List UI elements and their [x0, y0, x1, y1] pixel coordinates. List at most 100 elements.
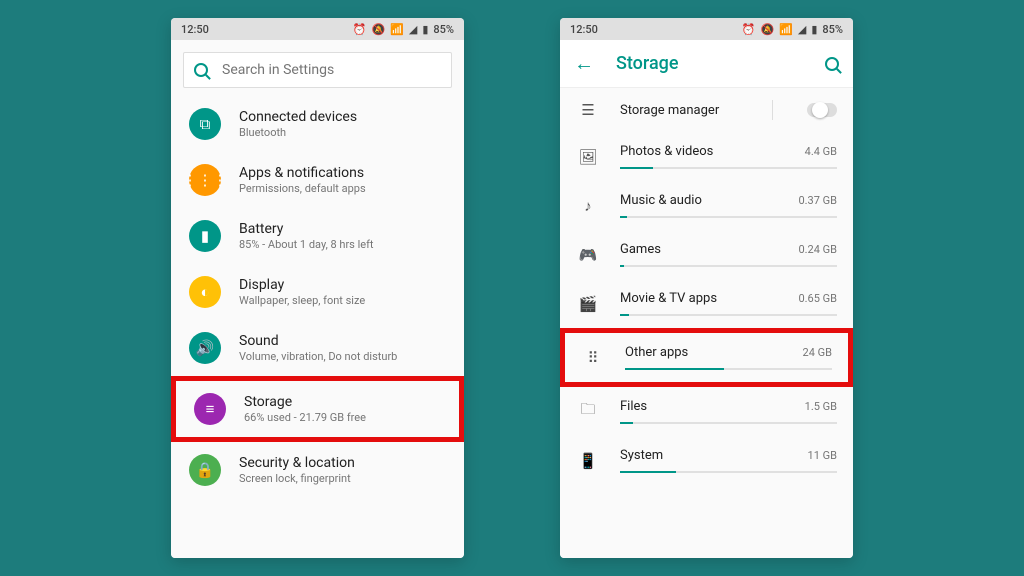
appbar: ← Storage	[560, 40, 853, 88]
settings-item-security[interactable]: 🔒 Security & location Screen lock, finge…	[171, 442, 464, 498]
phone-icon: 📱	[576, 452, 600, 470]
storage-list[interactable]: ☰ Storage manager 🖼 Photos & videos 4.4 G…	[560, 88, 853, 558]
progress-fill	[625, 368, 724, 370]
appbar-title: Storage	[616, 53, 803, 74]
search-button[interactable]	[825, 57, 839, 71]
item-title: Connected devices	[239, 109, 448, 125]
dnd-icon: 🔕	[760, 23, 774, 36]
item-sub: Bluetooth	[239, 126, 448, 139]
row-size: 1.5 GB	[805, 400, 837, 413]
row-label: Other apps	[625, 345, 688, 360]
item-sub: Permissions, default apps	[239, 182, 448, 195]
settings-item-battery[interactable]: ▮ Battery 85% - About 1 day, 8 hrs left	[171, 208, 464, 264]
item-sub: Screen lock, fingerprint	[239, 472, 448, 485]
storage-screen: 12:50 ⏰ 🔕 📶 ◢ ▮ 85% ← Storage ☰ Storage …	[560, 18, 853, 558]
alarm-icon: ⏰	[742, 23, 756, 36]
search-settings-input[interactable]: Search in Settings	[183, 52, 452, 88]
searchbar-container: Search in Settings	[171, 40, 464, 96]
battery-icon: ▮	[422, 23, 428, 36]
search-icon	[194, 63, 208, 77]
settings-item-storage[interactable]: ≡ Storage 66% used - 21.79 GB free	[171, 376, 464, 442]
progress-bar	[620, 216, 837, 218]
tv-icon: 🎬	[576, 295, 600, 313]
item-title: Display	[239, 277, 448, 293]
storage-row-games[interactable]: 🎮 Games 0.24 GB	[560, 230, 853, 279]
progress-fill	[620, 314, 629, 316]
display-icon: ◐	[189, 276, 221, 308]
back-button[interactable]: ←	[574, 51, 594, 76]
manager-label: Storage manager	[620, 103, 746, 118]
item-sub: Volume, vibration, Do not disturb	[239, 350, 448, 363]
manager-icon: ☰	[576, 101, 600, 119]
status-icons: ⏰ 🔕 📶 ◢ ▮ 85%	[353, 23, 454, 36]
progress-fill	[620, 265, 624, 267]
storage-manager-toggle[interactable]	[807, 103, 837, 117]
settings-item-display[interactable]: ◐ Display Wallpaper, sleep, font size	[171, 264, 464, 320]
settings-item-connected-devices[interactable]: ⧉ Connected devices Bluetooth	[171, 96, 464, 152]
progress-fill	[620, 422, 633, 424]
progress-bar	[620, 265, 837, 267]
storage-row-music[interactable]: ♪ Music & audio 0.37 GB	[560, 181, 853, 230]
row-size: 0.65 GB	[798, 292, 837, 305]
item-title: Storage	[244, 394, 443, 410]
storage-row-tv[interactable]: 🎬 Movie & TV apps 0.65 GB	[560, 279, 853, 328]
apps-icon: ⋮⋮⋮	[189, 164, 221, 196]
row-label: System	[620, 448, 663, 463]
folder-icon: 🗀	[576, 399, 600, 424]
storage-row-files[interactable]: 🗀 Files 1.5 GB	[560, 387, 853, 436]
row-label: Games	[620, 242, 661, 257]
lock-icon: 🔒	[189, 454, 221, 486]
progress-fill	[620, 167, 653, 169]
divider	[772, 100, 773, 120]
storage-icon: ≡	[194, 393, 226, 425]
music-icon: ♪	[576, 197, 600, 215]
cell-icon: ◢	[409, 23, 417, 36]
item-sub: Wallpaper, sleep, font size	[239, 294, 448, 307]
row-label: Photos & videos	[620, 144, 713, 159]
battery-config-icon: ▮	[189, 220, 221, 252]
progress-bar	[620, 167, 837, 169]
search-placeholder: Search in Settings	[222, 62, 334, 78]
row-size: 24 GB	[803, 346, 832, 359]
storage-row-system[interactable]: 📱 System11 GB	[560, 436, 853, 485]
item-title: Apps & notifications	[239, 165, 448, 181]
progress-bar	[620, 422, 837, 424]
item-title: Security & location	[239, 455, 448, 471]
row-label: Music & audio	[620, 193, 702, 208]
row-size: 4.4 GB	[805, 145, 837, 158]
item-title: Sound	[239, 333, 448, 349]
settings-item-sound[interactable]: 🔊 Sound Volume, vibration, Do not distur…	[171, 320, 464, 376]
sound-icon: 🔊	[189, 332, 221, 364]
photos-icon: 🖼	[576, 148, 600, 166]
apps-grid-icon: ⠿	[581, 349, 605, 367]
item-sub: 66% used - 21.79 GB free	[244, 411, 443, 424]
status-bar: 12:50 ⏰ 🔕 📶 ◢ ▮ 85%	[171, 18, 464, 40]
storage-row-photos[interactable]: 🖼 Photos & videos 4.4 GB	[560, 132, 853, 181]
status-bar: 12:50 ⏰ 🔕 📶 ◢ ▮ 85%	[560, 18, 853, 40]
progress-bar	[620, 314, 837, 316]
devices-icon: ⧉	[189, 108, 221, 140]
item-sub: 85% - About 1 day, 8 hrs left	[239, 238, 448, 251]
signal-icon: 📶	[779, 23, 793, 36]
settings-list[interactable]: ⧉ Connected devices Bluetooth ⋮⋮⋮ Apps &…	[171, 96, 464, 558]
storage-manager-row[interactable]: ☰ Storage manager	[560, 88, 853, 132]
battery-percent: 85%	[433, 23, 454, 36]
status-time: 12:50	[181, 23, 209, 36]
games-icon: 🎮	[576, 246, 600, 264]
progress-bar	[625, 368, 832, 370]
storage-row-other-apps[interactable]: ⠿ Other apps 24 GB	[560, 328, 853, 387]
row-label: Movie & TV apps	[620, 291, 717, 306]
item-title: Battery	[239, 221, 448, 237]
row-size: 0.37 GB	[798, 194, 837, 207]
progress-fill	[620, 471, 676, 473]
signal-icon: 📶	[390, 23, 404, 36]
battery-percent: 85%	[822, 23, 843, 36]
dnd-icon: 🔕	[371, 23, 385, 36]
progress-bar	[620, 471, 837, 473]
settings-screen: 12:50 ⏰ 🔕 📶 ◢ ▮ 85% Search in Settings ⧉…	[171, 18, 464, 558]
progress-fill	[620, 216, 627, 218]
row-label: Files	[620, 399, 647, 414]
row-size: 0.24 GB	[798, 243, 837, 256]
status-icons: ⏰ 🔕 📶 ◢ ▮ 85%	[742, 23, 843, 36]
settings-item-apps-notifications[interactable]: ⋮⋮⋮ Apps & notifications Permissions, de…	[171, 152, 464, 208]
